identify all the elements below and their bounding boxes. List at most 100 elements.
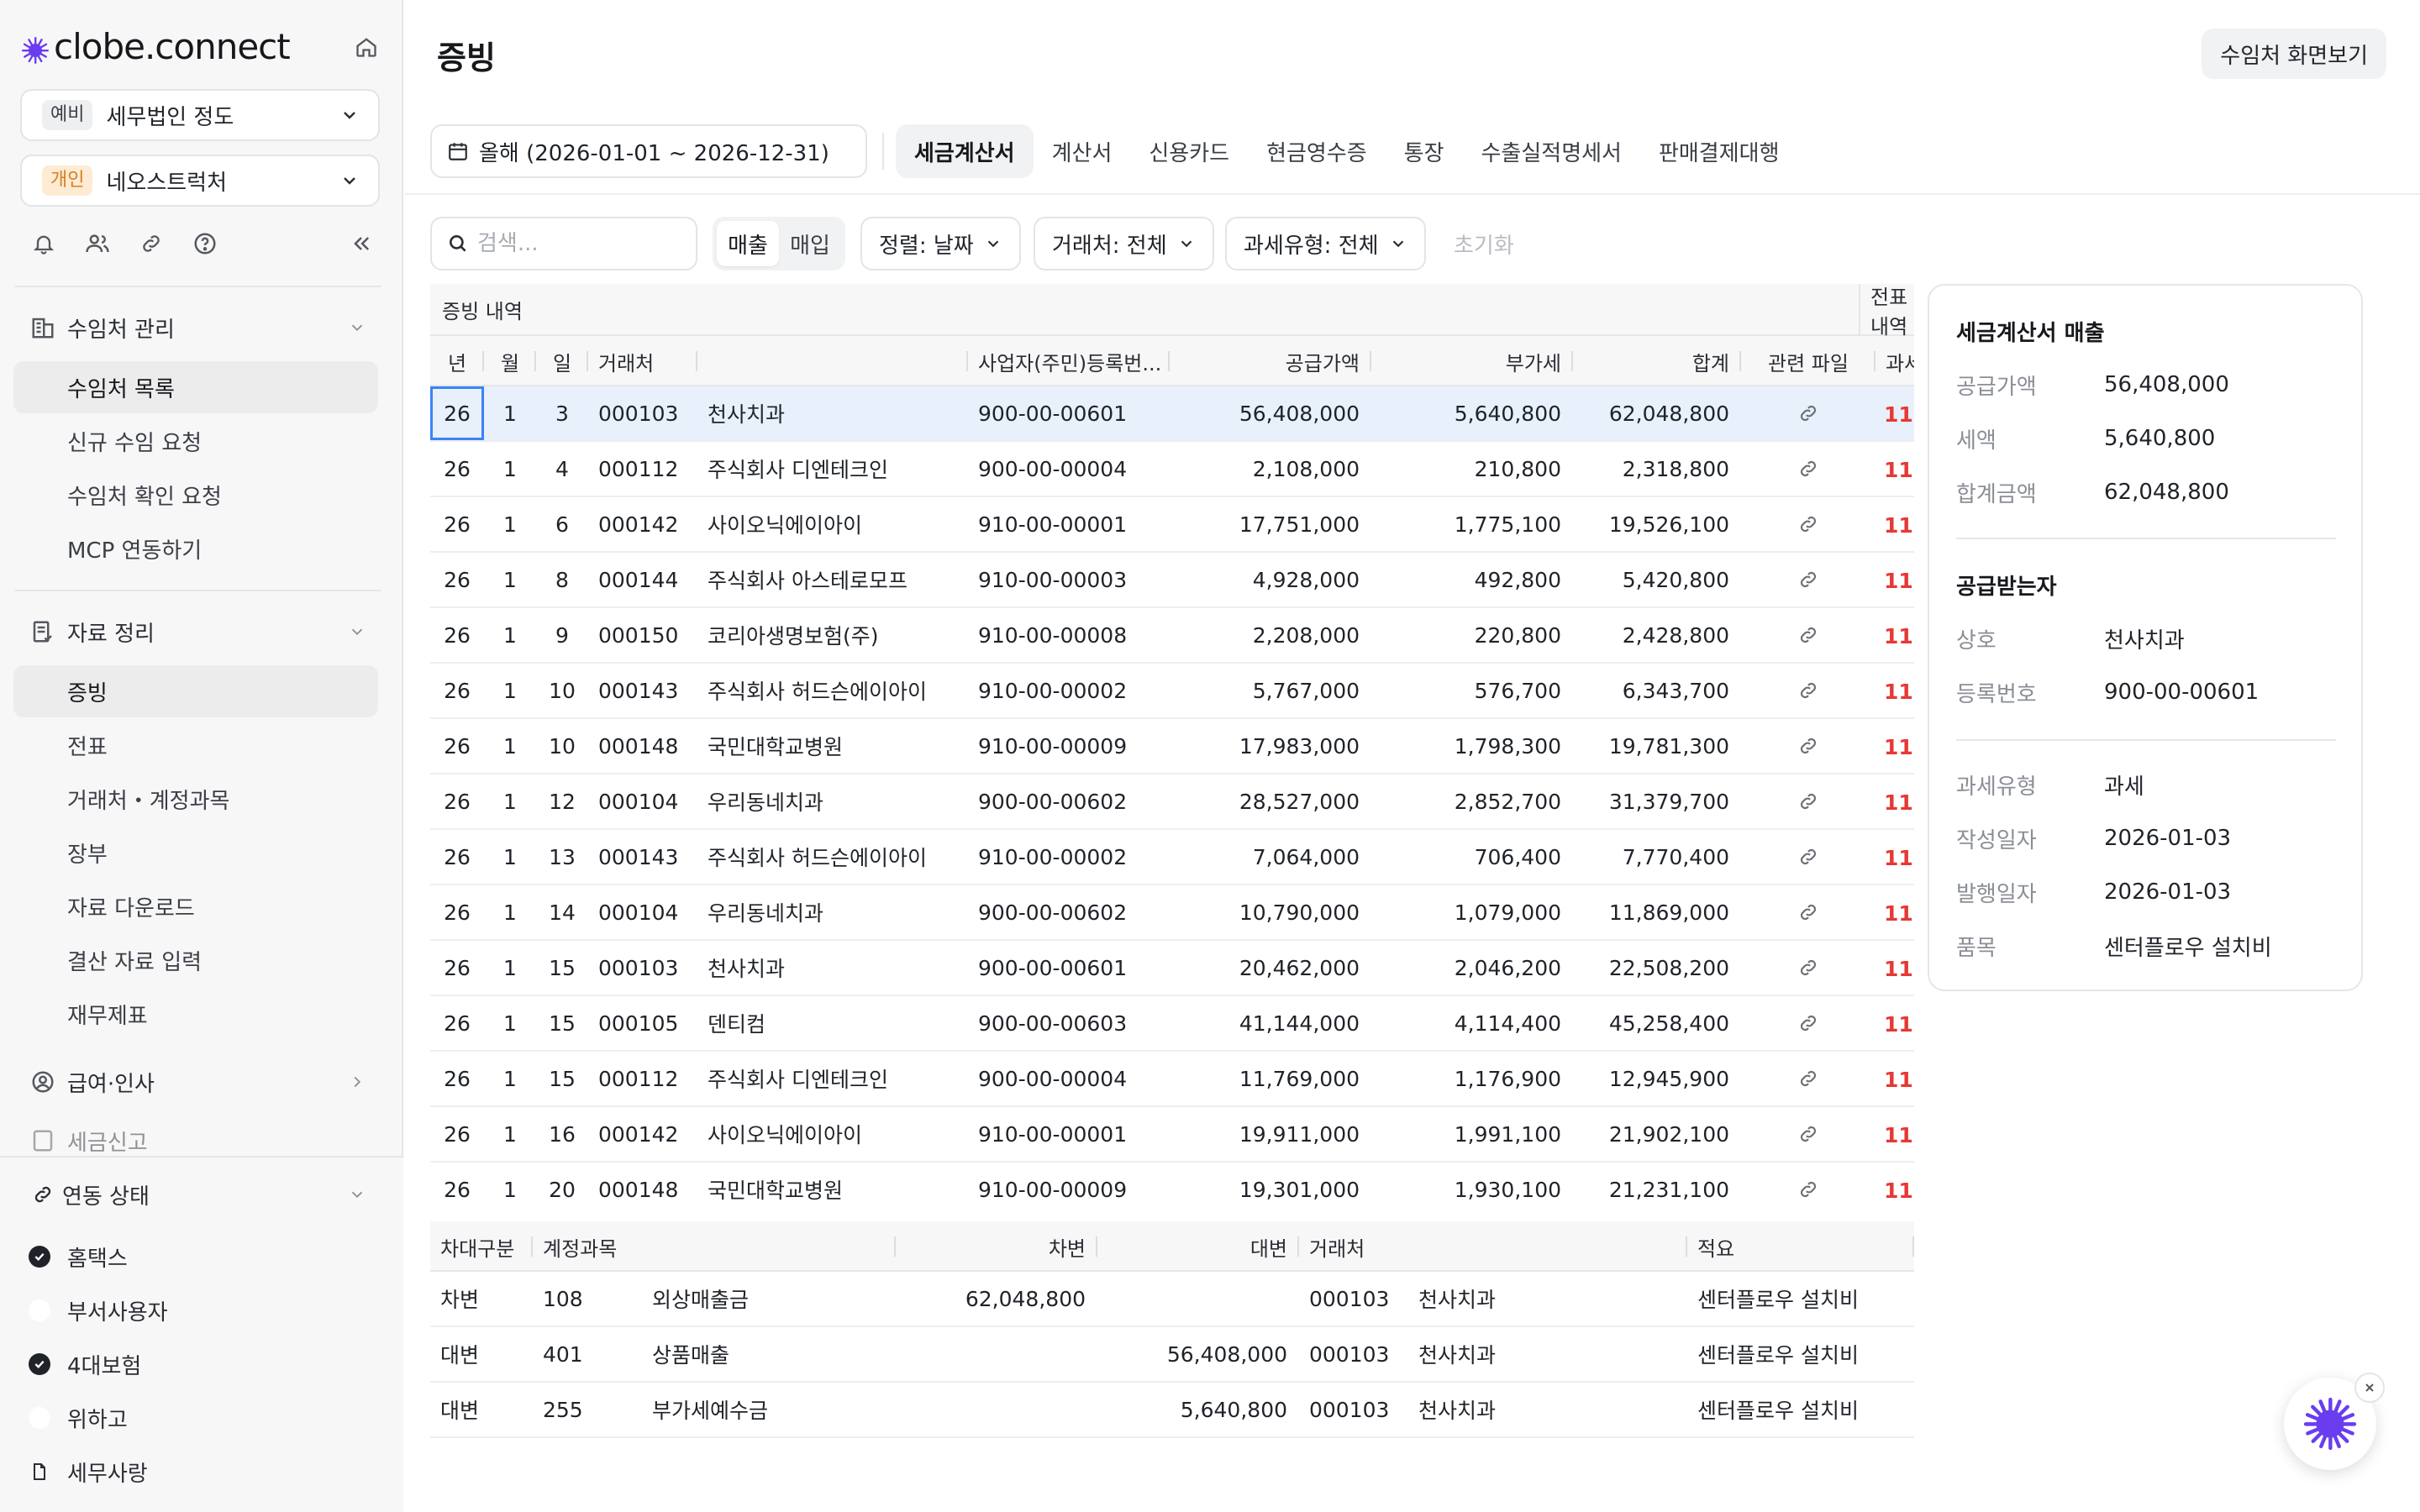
section-data-organize[interactable]: 자료 정리 [29,612,366,652]
check-circle-icon [29,1353,50,1375]
toggle-purchase[interactable]: 매입 [779,221,841,266]
related-file-link-icon[interactable] [1741,664,1876,717]
col-supply[interactable]: 공급가액 [1170,336,1371,386]
toggle-sales[interactable]: 매출 [717,221,779,266]
section-payroll[interactable]: 급여·인사 [29,1062,366,1102]
sidebar-item-download[interactable]: 자료 다운로드 [13,880,378,932]
sort-dropdown[interactable]: 정렬: 날짜 [860,217,1021,270]
close-assistant-button[interactable] [2354,1373,2385,1403]
table-row[interactable]: 26 1 6 000142 사이오닉에이아이 910-00-00001 17,751,000… [430,497,1914,553]
related-file-link-icon[interactable] [1741,1163,1876,1208]
related-file-link-icon[interactable] [1741,497,1876,551]
col-partner-name[interactable] [697,336,968,386]
tab-payment-agency[interactable]: 판매결제대행 [1640,124,1798,178]
sidebar-item-ledger[interactable]: 장부 [13,827,378,879]
col-dr-cr[interactable]: 차대구분 [430,1221,533,1272]
col-tax-type[interactable]: 과세유형 [1876,336,1914,386]
journal-row[interactable]: 대변 255 부가세예수금 5,640,800 000103 천사치과 센터플로우 설치비 [430,1383,1914,1438]
tab-cash-receipt[interactable]: 현금영수증 [1248,124,1386,178]
related-file-link-icon[interactable] [1741,553,1876,606]
related-file-link-icon[interactable] [1741,830,1876,884]
col-total[interactable]: 합계 [1573,336,1741,386]
cell-partner-name: 국민대학교병원 [708,735,844,759]
sidebar-item-client-list[interactable]: 수임처 목록 [13,361,378,413]
tab-credit-card[interactable]: 신용카드 [1130,124,1248,178]
sidebar-item-mcp[interactable]: MCP 연동하기 [13,522,378,575]
table-row[interactable]: 26 1 8 000144 주식회사 아스테로모프 910-00-00003 4,928,0… [430,553,1914,608]
table-row[interactable]: 26 1 15 000103 천사치과 900-00-00601 20,462,000 2,0… [430,941,1914,996]
col-day[interactable]: 일 [536,336,588,386]
col-credit[interactable]: 대변 [1097,1221,1299,1272]
table-row[interactable]: 26 1 14 000104 우리동네치과 900-00-00602 10,790,000 1… [430,885,1914,941]
col-partner-code[interactable]: 거래처 [588,336,697,386]
table-row[interactable]: 26 1 15 000112 주식회사 디엔테크인 900-00-00004 11,769,… [430,1052,1914,1107]
col-memo[interactable]: 적요 [1687,1221,1914,1272]
tax-type-dropdown[interactable]: 과세유형: 전체 [1225,217,1426,270]
section-client-management[interactable]: 수임처 관리 [29,307,366,348]
journal-row[interactable]: 차변 108 외상매출금 62,048,800 000103 천사치과 센터플로우 설치비 [430,1272,1914,1327]
partner-dropdown[interactable]: 거래처: 전체 [1034,217,1214,270]
table-row[interactable]: 26 1 15 000105 덴티컴 900-00-00603 41,144,000 4,11… [430,996,1914,1052]
search-box[interactable] [430,217,697,270]
tab-tax-invoice[interactable]: 세금계산서 [896,124,1034,178]
cell-day: 16 [549,1121,576,1147]
cell-debit [896,1327,1097,1381]
table-row[interactable]: 26 1 10 000143 주식회사 허드슨에이아이 910-00-00002 5,767… [430,664,1914,719]
users-icon[interactable] [82,228,113,259]
col-vat[interactable]: 부가세 [1371,336,1573,386]
tab-export[interactable]: 수출실적명세서 [1463,124,1640,178]
related-file-link-icon[interactable] [1741,719,1876,773]
tab-invoice[interactable]: 계산서 [1034,124,1131,178]
related-file-link-icon[interactable] [1741,1052,1876,1105]
table-row[interactable]: 26 1 9 000150 코리아생명보험(주) 910-00-00008 2,208,00… [430,608,1914,664]
bell-icon[interactable] [29,228,59,259]
reset-button[interactable]: 초기화 [1454,217,1514,270]
related-file-link-icon[interactable] [1741,885,1876,939]
sidebar-item-voucher[interactable]: 전표 [13,719,378,771]
sidebar-item-closing-input[interactable]: 결산 자료 입력 [13,934,378,986]
logo[interactable]: clobe.connect [20,24,383,71]
related-file-link-icon[interactable] [1741,608,1876,662]
journal-row[interactable]: 대변 401 상품매출 56,408,000 000103 천사치과 센터플로우 설치비 [430,1327,1914,1383]
related-file-link-icon[interactable] [1741,774,1876,828]
related-file-link-icon[interactable] [1741,1107,1876,1161]
sidebar-item-new-request[interactable]: 신규 수임 요청 [13,415,378,467]
table-row[interactable]: 26 1 12 000104 우리동네치과 900-00-00602 28,527,000 2… [430,774,1914,830]
table-row[interactable]: 26 1 10 000148 국민대학교병원 910-00-00009 17,983,000… [430,719,1914,774]
tab-bank[interactable]: 통장 [1386,124,1463,178]
client-view-button[interactable]: 수임처 화면보기 [2202,29,2386,79]
cell-vat: 1,991,100 [1454,1121,1561,1147]
col-partner[interactable]: 거래처 [1299,1221,1687,1272]
cell-tax-type: 11.과세 [1884,1179,1914,1203]
client-selector[interactable]: 개인 네오스트럭처 [20,155,380,207]
section-tax-report[interactable]: 세금신고 [29,1126,366,1156]
col-account[interactable]: 계정과목 [533,1221,896,1272]
table-row[interactable]: 26 1 4 000112 주식회사 디엔테크인 900-00-00004 2,108,00… [430,442,1914,497]
col-year[interactable]: 년 [430,336,484,386]
search-input[interactable] [477,231,679,256]
table-row[interactable]: 26 1 16 000142 사이오닉에이아이 910-00-00001 19,911,00… [430,1107,1914,1163]
sidebar-item-evidence[interactable]: 증빙 [13,665,378,717]
table-row[interactable]: 26 1 3 000103 천사치과 900-00-00601 56,408,000 5,64… [430,386,1914,442]
collapse-sidebar-icon[interactable] [346,228,376,259]
col-biz-no[interactable]: 사업자(주민)등록번... [968,336,1170,386]
connection-status-header[interactable]: 연동 상태 [29,1174,366,1215]
period-selector[interactable]: 올해 (2026-01-01 ~ 2026-12-31) [430,124,867,178]
related-file-link-icon[interactable] [1741,996,1876,1050]
table-row[interactable]: 26 1 20 000148 국민대학교병원 910-00-00009 19,301,000… [430,1163,1914,1208]
col-files[interactable]: 관련 파일 [1741,336,1876,386]
related-file-link-icon[interactable] [1741,442,1876,496]
link-icon[interactable] [136,228,166,259]
cell-vat: 2,852,700 [1454,789,1561,814]
related-file-link-icon[interactable] [1741,386,1876,440]
table-row[interactable]: 26 1 13 000143 주식회사 허드슨에이아이 910-00-00002 7,064… [430,830,1914,885]
home-icon[interactable] [350,30,383,64]
col-debit[interactable]: 차변 [896,1221,1097,1272]
sidebar-item-financial-statements[interactable]: 재무제표 [13,988,378,1040]
sidebar-item-partners-accounts[interactable]: 거래처・계정과목 [13,773,378,825]
help-icon[interactable] [190,228,220,259]
sidebar-item-confirm-request[interactable]: 수임처 확인 요청 [13,469,378,521]
related-file-link-icon[interactable] [1741,941,1876,995]
firm-selector[interactable]: 예비 세무법인 정도 [20,89,380,141]
col-month[interactable]: 월 [484,336,536,386]
